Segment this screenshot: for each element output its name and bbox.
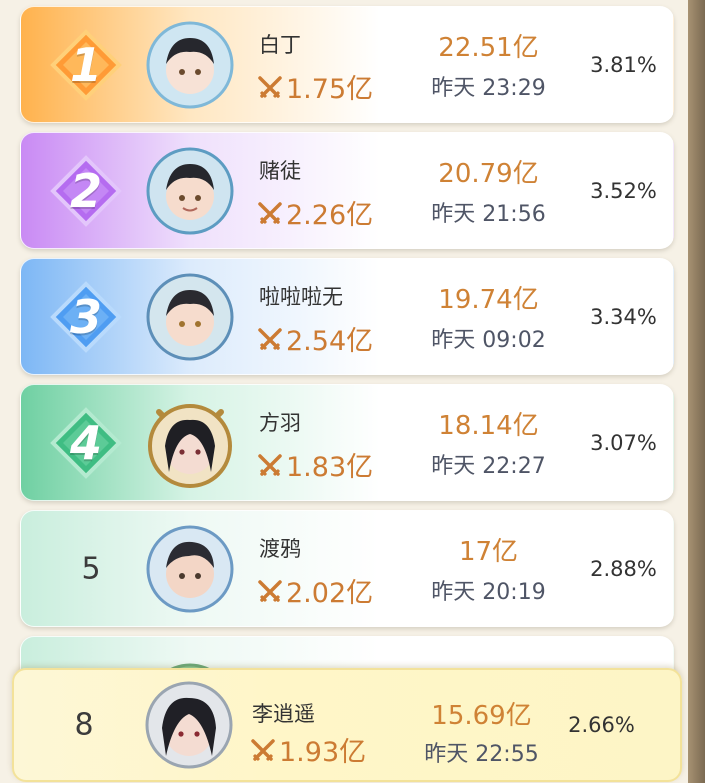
percentage: 2.88% <box>590 556 657 581</box>
rank-badge: 3 <box>49 280 123 354</box>
timestamp: 昨天 09:02 <box>431 328 546 353</box>
rank-number: 5 <box>81 551 101 586</box>
rank-row-3[interactable]: 3 啦啦啦无 2.54亿 19.74亿 昨天 09:02 3.34% <box>20 258 674 375</box>
timestamp: 昨天 22:27 <box>431 454 546 479</box>
rank-row-1[interactable]: 1 白丁 1.75亿 22.51亿 昨天 23:29 3.81% <box>20 6 674 123</box>
player-power: 1.75亿 <box>257 67 373 106</box>
player-name: 白丁 <box>259 33 301 57</box>
score-value: 22.51亿 <box>438 33 539 63</box>
score-value: 20.79亿 <box>438 159 539 189</box>
ranking-list[interactable]: 1 白丁 1.75亿 22.51亿 昨天 23:29 3.81% 2 赌徒 2.… <box>0 0 688 783</box>
player-name: 渡鸦 <box>259 537 301 561</box>
score-value: 15.69亿 <box>431 701 532 731</box>
player-power: 2.02亿 <box>257 571 373 610</box>
rank-badge: 4 <box>49 406 123 480</box>
timestamp: 昨天 22:55 <box>424 742 539 767</box>
avatar[interactable] <box>145 272 235 362</box>
rank-badge: 1 <box>49 28 123 102</box>
score-value: 18.14亿 <box>438 411 539 441</box>
timestamp: 昨天 20:19 <box>431 580 546 605</box>
player-power: 2.54亿 <box>257 319 373 358</box>
rank-row-2[interactable]: 2 赌徒 2.26亿 20.79亿 昨天 21:56 3.52% <box>20 132 674 249</box>
scrollbar[interactable] <box>688 0 705 783</box>
player-power: 2.26亿 <box>257 193 373 232</box>
rank-row-5[interactable]: 5 渡鸦 2.02亿 17亿 昨天 20:19 2.88% <box>20 510 674 627</box>
avatar[interactable] <box>145 20 235 110</box>
player-name: 李逍遥 <box>252 702 315 726</box>
avatar[interactable] <box>145 146 235 236</box>
rank-row-4[interactable]: 4 方羽 1.83亿 18.14亿 昨天 22:27 3.07% <box>20 384 674 501</box>
timestamp: 昨天 21:56 <box>431 202 546 227</box>
avatar[interactable] <box>145 524 235 614</box>
crossed-swords-icon <box>251 738 275 761</box>
crossed-swords-icon <box>258 201 282 224</box>
crossed-swords-icon <box>258 75 282 98</box>
percentage: 3.52% <box>590 178 657 203</box>
my-rank-row[interactable]: 8 李逍遥 1.93亿 15.69亿 昨天 22:55 2.66% <box>12 668 682 782</box>
crossed-swords-icon <box>258 453 282 476</box>
percentage: 3.81% <box>590 52 657 77</box>
player-name: 方羽 <box>259 411 301 435</box>
percentage: 3.07% <box>590 430 657 455</box>
player-name: 赌徒 <box>259 159 301 183</box>
avatar[interactable] <box>145 398 235 488</box>
player-power: 1.93亿 <box>250 730 366 769</box>
avatar[interactable] <box>144 680 234 770</box>
crossed-swords-icon <box>258 327 282 350</box>
rank-number: 8 <box>74 707 94 743</box>
crossed-swords-icon <box>258 579 282 602</box>
score-value: 17亿 <box>458 537 519 567</box>
player-name: 啦啦啦无 <box>259 285 343 309</box>
score-value: 19.74亿 <box>438 285 539 315</box>
rank-badge: 2 <box>49 154 123 228</box>
player-power: 1.83亿 <box>257 445 373 484</box>
percentage: 2.66% <box>568 713 635 737</box>
timestamp: 昨天 23:29 <box>431 76 546 101</box>
percentage: 3.34% <box>590 304 657 329</box>
